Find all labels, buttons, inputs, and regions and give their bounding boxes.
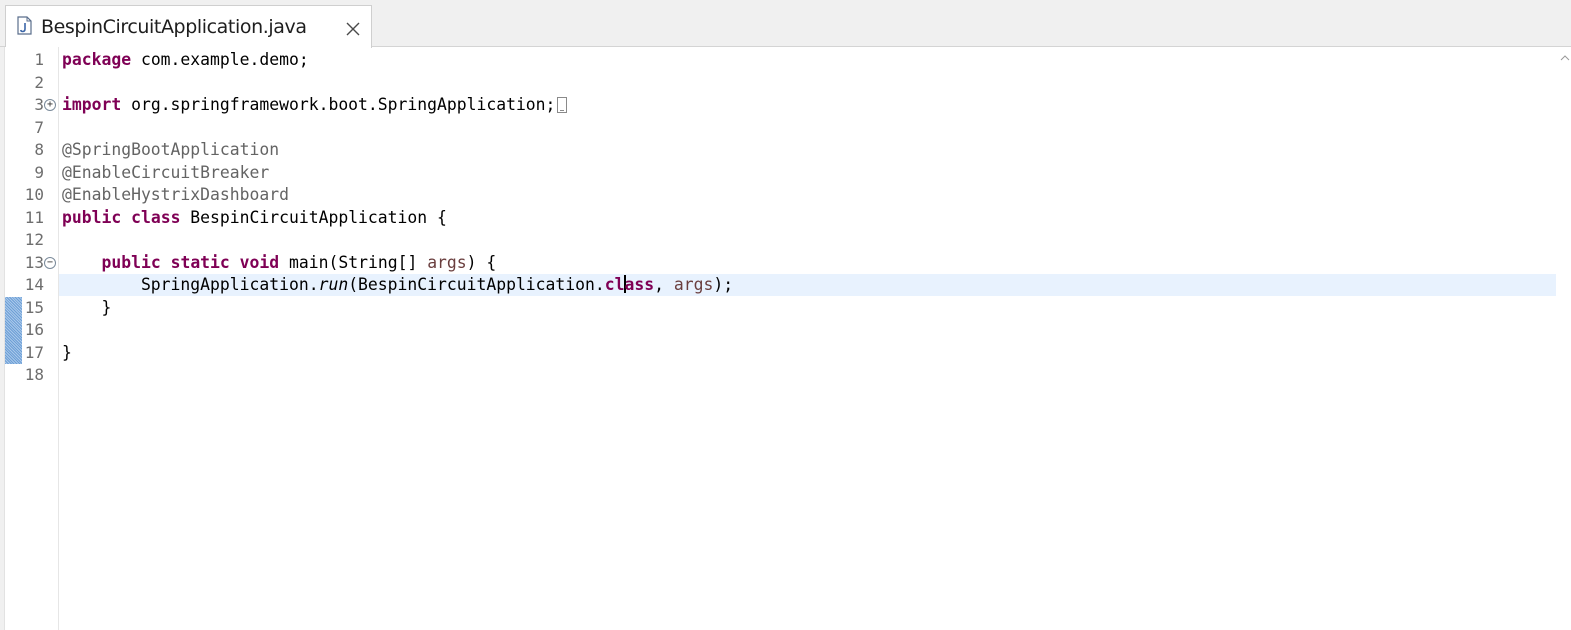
annotation-token: @SpringBootApplication (62, 140, 280, 159)
code-line[interactable]: @EnableCircuitBreaker (59, 162, 1556, 184)
code-text: @EnableHystrixDashboard (62, 184, 289, 206)
keyword-token: package (62, 50, 132, 69)
code-line[interactable] (59, 229, 1556, 251)
code-token: run (318, 275, 349, 294)
java-file-icon (17, 16, 32, 35)
code-text: public class BespinCircuitApplication { (62, 207, 447, 229)
current-code-line[interactable]: SpringApplication.run(BespinCircuitAppli… (59, 274, 1556, 296)
code-line[interactable]: package com.example.demo; (59, 49, 1556, 71)
fold-collapse-icon[interactable]: − (44, 256, 56, 269)
line-number-gutter: 1 2 3 +7 8 9 10 11 12 13−14 15 16 17 18 (22, 47, 59, 630)
code-text: } (62, 297, 111, 319)
annotation-ruler (5, 47, 22, 630)
annotation-token: @EnableHystrixDashboard (62, 185, 289, 204)
line-number: 12 (24, 230, 44, 249)
line-number: 16 (24, 320, 44, 339)
code-line[interactable] (59, 364, 1556, 386)
code-token: (BespinCircuitApplication. (348, 275, 605, 294)
code-line[interactable]: public static void main(String[] args) { (59, 252, 1556, 274)
code-text: @SpringBootApplication (62, 139, 279, 161)
code-token: ); (713, 275, 734, 294)
vertical-scrollbar[interactable] (1558, 47, 1571, 630)
annotation-token: @EnableCircuitBreaker (62, 162, 270, 182)
line-number: 7 (34, 117, 44, 137)
code-line[interactable] (59, 319, 1556, 341)
code-line[interactable] (59, 72, 1556, 94)
code-text: public static void main(String[] args) { (62, 252, 496, 274)
code-line[interactable] (59, 117, 1556, 139)
code-token: ) { (466, 252, 497, 272)
line-number: 17 (24, 342, 44, 362)
code-token: org.springframework.boot.SpringApplicati… (121, 95, 556, 114)
collapsed-imports-icon[interactable] (557, 97, 568, 113)
code-token: , (654, 275, 674, 294)
code-token: SpringApplication. (62, 275, 319, 294)
line-number: 10 (24, 185, 44, 204)
code-text: @EnableCircuitBreaker (62, 162, 269, 184)
scroll-up-icon[interactable] (1560, 53, 1570, 63)
line-number: 3 (34, 95, 44, 114)
keyword-token: class (131, 207, 181, 227)
code-token: } (62, 297, 112, 317)
line-number: 13 (24, 252, 44, 272)
code-line[interactable]: } (59, 342, 1556, 364)
occurrence-marker[interactable] (5, 297, 22, 364)
code-line[interactable]: @EnableHystrixDashboard (59, 184, 1556, 206)
tab-bespin-circuit-application[interactable]: BespinCircuitApplication.java (5, 5, 372, 48)
tab-title: BespinCircuitApplication.java (41, 16, 307, 38)
code-text: import org.springframework.boot.SpringAp… (62, 94, 568, 116)
keyword-token: static (170, 252, 230, 272)
keyword-token: ass (624, 275, 655, 294)
line-number: 9 (34, 162, 44, 182)
line-number: 14 (24, 275, 44, 294)
keyword-token: void (239, 252, 280, 272)
code-line[interactable]: import org.springframework.boot.SpringAp… (59, 94, 1556, 116)
line-number: 8 (34, 140, 44, 159)
code-line[interactable]: @SpringBootApplication (59, 139, 1556, 161)
code-token: com.example.demo; (131, 50, 309, 69)
code-text: } (62, 342, 72, 364)
code-text: SpringApplication.run(BespinCircuitAppli… (62, 274, 733, 296)
line-number: 1 (34, 50, 44, 69)
code-token: BespinCircuitApplication { (180, 207, 447, 227)
line-number: 11 (24, 207, 44, 227)
code-text: package com.example.demo; (62, 49, 309, 71)
fold-expand-icon[interactable]: + (44, 99, 56, 111)
keyword-token: public (101, 252, 161, 272)
code-editor[interactable]: package com.example.demo; import org.spri… (59, 47, 1559, 630)
line-number: 2 (34, 72, 44, 92)
line-number: 18 (24, 365, 44, 384)
keyword-token: cl (604, 275, 625, 294)
keyword-token: import (62, 95, 122, 114)
editor-tab-bar: BespinCircuitApplication.java (0, 0, 1571, 48)
keyword-token: public (62, 207, 122, 227)
code-line[interactable]: public class BespinCircuitApplication { (59, 207, 1556, 229)
line-number: 15 (24, 297, 44, 317)
code-token: main(String[] (279, 252, 428, 272)
code-line[interactable]: } (59, 297, 1556, 319)
parameter-token: args (673, 275, 714, 294)
parameter-token: args (427, 252, 467, 272)
code-token: } (62, 342, 72, 362)
close-icon[interactable] (345, 21, 361, 37)
